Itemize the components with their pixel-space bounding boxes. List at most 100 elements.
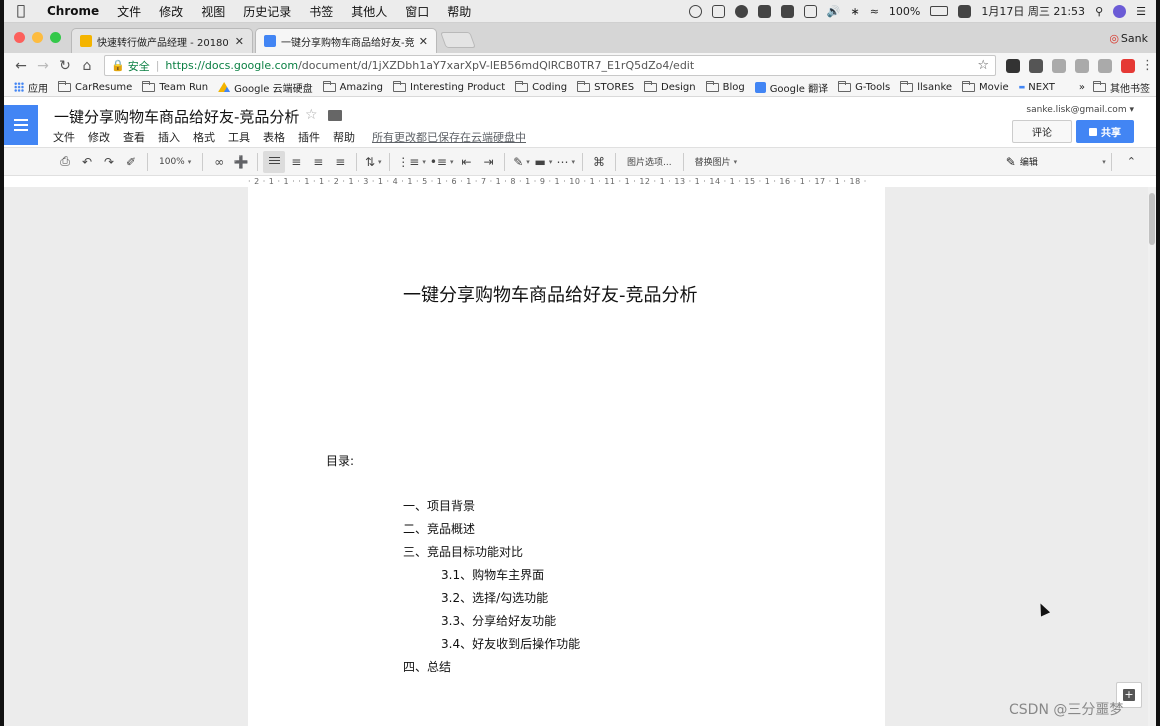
- line-spacing-icon[interactable]: ⇅ ▾: [362, 151, 384, 173]
- vertical-scrollbar[interactable]: [1148, 187, 1156, 726]
- decrease-indent-icon[interactable]: ⇤: [455, 151, 477, 173]
- address-bar[interactable]: 🔒 安全 | https://docs.google.com /document…: [104, 55, 996, 76]
- align-left-icon[interactable]: [263, 150, 286, 173]
- forward-arrow-icon[interactable]: →: [32, 58, 54, 74]
- docs-menu-view[interactable]: 查看: [123, 129, 145, 145]
- back-arrow-icon[interactable]: ←: [10, 58, 32, 74]
- apple-icon[interactable]: : [4, 3, 38, 19]
- docs-menu-file[interactable]: 文件: [53, 129, 75, 145]
- toc-subitem[interactable]: 3.4、好友收到后操作功能: [403, 635, 580, 658]
- paint-format-icon[interactable]: ✐: [120, 151, 142, 173]
- bookmark-google-translate[interactable]: Google 翻译: [754, 80, 828, 95]
- toc-label[interactable]: 目录:: [326, 452, 354, 469]
- bookmark-folder[interactable]: llsanke: [900, 80, 952, 93]
- qr-code-extension-icon[interactable]: [1029, 58, 1043, 73]
- menu-bookmarks[interactable]: 书签: [300, 3, 342, 20]
- toc-subitem[interactable]: 3.3、分享给好友功能: [403, 612, 580, 635]
- editing-mode-select[interactable]: ✎ 编辑 ▾: [1006, 155, 1106, 169]
- bookmark-folder[interactable]: Coding: [515, 80, 567, 93]
- close-tab-icon[interactable]: ✕: [235, 35, 244, 48]
- evernote-icon[interactable]: [757, 4, 771, 18]
- menu-view[interactable]: 视图: [192, 3, 234, 20]
- docs-menu-help[interactable]: 帮助: [333, 129, 355, 145]
- notes-icon[interactable]: [958, 4, 972, 18]
- menu-people[interactable]: 其他人: [342, 3, 396, 20]
- numbered-list-icon[interactable]: ⋮≡ ▾: [395, 151, 428, 173]
- bookmark-folder[interactable]: Design: [644, 80, 696, 93]
- input-method-icon[interactable]: [780, 4, 794, 18]
- reload-icon[interactable]: ↻: [54, 58, 76, 74]
- display-icon[interactable]: [803, 4, 817, 18]
- zoom-select[interactable]: 100% ▾: [153, 151, 197, 173]
- align-justify-icon[interactable]: ≡: [329, 151, 351, 173]
- wifi-icon[interactable]: ≈: [870, 5, 879, 18]
- replace-image-button[interactable]: 替换图片 ▾: [689, 151, 744, 173]
- toc-item[interactable]: 二、竞品概述: [403, 520, 580, 543]
- record-icon[interactable]: [688, 4, 702, 18]
- border-color-icon[interactable]: ✎ ▾: [510, 151, 532, 173]
- docs-menu-addons[interactable]: 插件: [298, 129, 320, 145]
- star-icon[interactable]: ☆: [305, 107, 318, 123]
- link-icon[interactable]: ∞: [208, 151, 230, 173]
- siri-icon[interactable]: [1113, 4, 1127, 18]
- bookmark-folder[interactable]: CarResume: [58, 80, 132, 93]
- print-icon[interactable]: ⎙: [54, 151, 76, 173]
- bookmark-folder[interactable]: Movie: [962, 80, 1009, 93]
- bulleted-list-icon[interactable]: •≡ ▾: [428, 151, 456, 173]
- undo-icon[interactable]: ↶: [76, 151, 98, 173]
- document-page[interactable]: 一键分享购物车商品给好友-竞品分析 目录: 一、项目背景 二、竞品概述 三、竞品…: [248, 187, 885, 726]
- volume-icon[interactable]: 🔊: [827, 5, 841, 18]
- wechat-icon[interactable]: [734, 4, 748, 18]
- spotlight-icon[interactable]: ⚲: [1095, 5, 1103, 18]
- menu-history[interactable]: 历史记录: [234, 3, 300, 20]
- crop-icon[interactable]: ⌘: [588, 151, 610, 173]
- notification-center-icon[interactable]: ☰: [1136, 5, 1146, 18]
- toc-item[interactable]: 三、竞品目标功能对比: [403, 543, 580, 566]
- profile-button[interactable]: ◎ Sank: [1109, 32, 1148, 45]
- minimize-window-button[interactable]: [32, 32, 43, 43]
- border-dash-icon[interactable]: ⋯ ▾: [554, 151, 577, 173]
- bookmark-folder[interactable]: Team Run: [142, 80, 208, 93]
- account-email[interactable]: sanke.lisk@gmail.com ▾: [1026, 105, 1134, 115]
- toc-subitem[interactable]: 3.2、选择/勾选功能: [403, 589, 580, 612]
- align-right-icon[interactable]: ≡: [307, 151, 329, 173]
- horizontal-ruler[interactable]: · 2 · 1 · 1 · · 1 · 1 · 2 · 1 · 3 · 1 · …: [248, 177, 885, 187]
- insert-comment-icon[interactable]: ➕: [230, 151, 252, 173]
- toc-subitem[interactable]: 3.1、购物车主界面: [403, 566, 580, 589]
- close-window-button[interactable]: [14, 32, 25, 43]
- menu-help[interactable]: 帮助: [438, 3, 480, 20]
- bookmark-apps[interactable]: 应用: [14, 80, 48, 95]
- tab-docs-active[interactable]: 一键分享购物车商品给好友-竞品 ✕: [255, 28, 437, 53]
- docs-menu-insert[interactable]: 插入: [158, 129, 180, 145]
- bookmark-google-drive[interactable]: Google 云端硬盘: [218, 80, 313, 95]
- menu-app-name[interactable]: Chrome: [38, 4, 108, 18]
- fullscreen-window-button[interactable]: [50, 32, 61, 43]
- bookmark-folder[interactable]: Blog: [705, 80, 745, 93]
- document-heading[interactable]: 一键分享购物车商品给好友-竞品分析: [403, 281, 698, 307]
- image-options-button[interactable]: 图片选项...: [621, 151, 678, 173]
- more-bookmarks-chevron-icon[interactable]: »: [1079, 82, 1085, 93]
- bookmark-next[interactable]: ▬ NEXT: [1019, 82, 1055, 93]
- chrome-menu-icon[interactable]: ⋮: [1141, 58, 1154, 73]
- comments-button[interactable]: 评论: [1012, 120, 1072, 143]
- align-center-icon[interactable]: ≡: [285, 151, 307, 173]
- redo-icon[interactable]: ↷: [98, 151, 120, 173]
- docs-home-icon[interactable]: [4, 105, 38, 145]
- red-extension-icon[interactable]: [1121, 58, 1135, 73]
- home-icon[interactable]: ⌂: [76, 58, 98, 74]
- bookmark-folder[interactable]: Amazing: [322, 80, 383, 93]
- share-button[interactable]: 共享: [1076, 120, 1134, 143]
- menu-file[interactable]: 文件: [108, 3, 150, 20]
- app-extension-icon[interactable]: [1098, 58, 1112, 73]
- menu-window[interactable]: 窗口: [396, 3, 438, 20]
- move-folder-icon[interactable]: [328, 110, 342, 121]
- document-title[interactable]: 一键分享购物车商品给好友-竞品分析: [54, 106, 299, 127]
- tab-slides[interactable]: 快速转行做产品经理 - 201801 ✕: [71, 28, 253, 53]
- bookmark-star-icon[interactable]: ☆: [977, 58, 989, 73]
- cloud-extension-icon[interactable]: [1052, 58, 1066, 73]
- new-tab-button[interactable]: [440, 32, 476, 48]
- save-status[interactable]: 所有更改都已保存在云端硬盘中: [372, 129, 526, 145]
- toc-item[interactable]: 一、项目背景: [403, 497, 580, 520]
- battery-icon[interactable]: [930, 6, 949, 16]
- menu-edit[interactable]: 修改: [150, 3, 192, 20]
